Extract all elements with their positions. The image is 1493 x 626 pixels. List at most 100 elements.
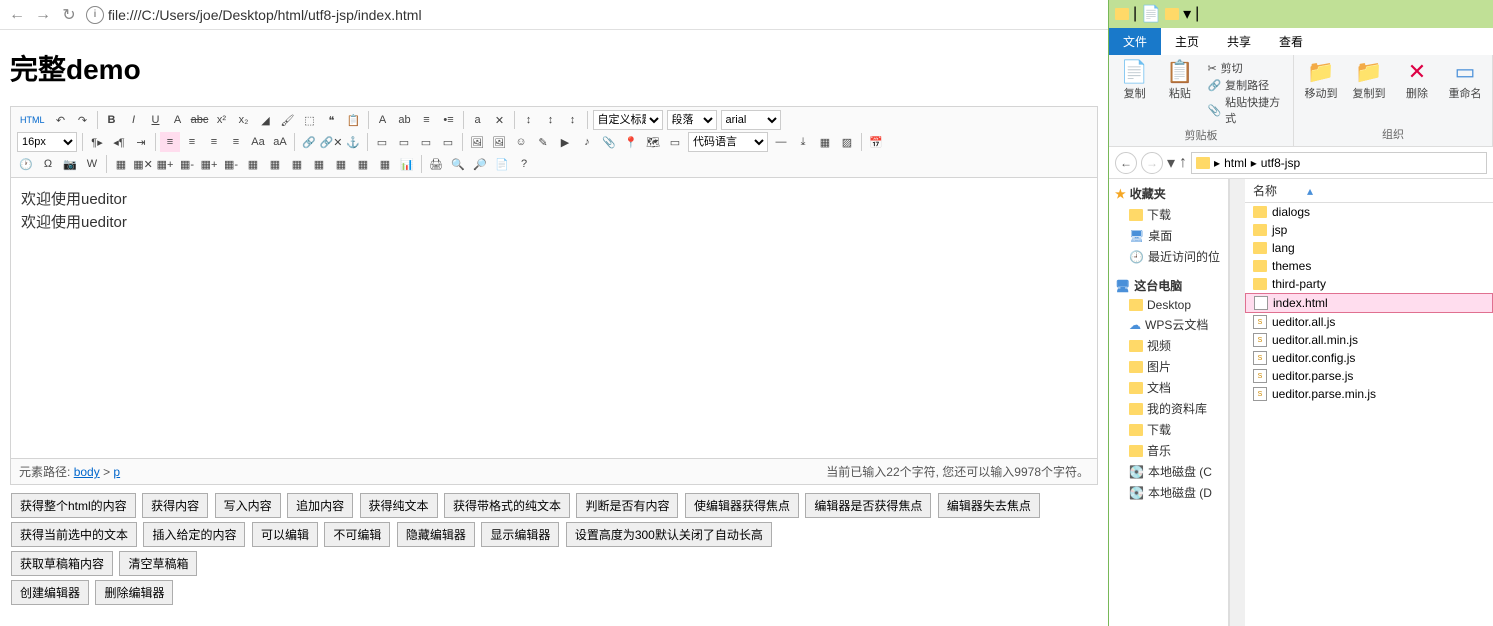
touppercase-icon[interactable]: Aa bbox=[248, 132, 268, 152]
file-item-folder[interactable]: themes bbox=[1245, 257, 1493, 275]
underline-icon[interactable]: U bbox=[146, 110, 166, 130]
map-icon[interactable]: 📍 bbox=[621, 132, 641, 152]
delcol-icon[interactable]: ▦- bbox=[221, 154, 241, 174]
file-item-folder[interactable]: third-party bbox=[1245, 275, 1493, 293]
forward-button[interactable]: → bbox=[1141, 152, 1163, 174]
selectall-icon[interactable]: a bbox=[468, 110, 488, 130]
align-left-icon[interactable]: ≡ bbox=[160, 132, 180, 152]
ltr-icon[interactable]: ¶▸ bbox=[87, 132, 107, 152]
size-select[interactable]: 16px bbox=[17, 132, 77, 152]
btn-hascontent[interactable]: 判断是否有内容 bbox=[576, 493, 678, 518]
btn-getplaintext[interactable]: 获得带格式的纯文本 bbox=[444, 493, 570, 518]
bg-icon[interactable]: ▨ bbox=[837, 132, 857, 152]
tree-wps[interactable]: ☁WPS云文档 bbox=[1109, 314, 1228, 335]
chevron-right-icon[interactable]: ▸ bbox=[1214, 156, 1220, 170]
caption-icon[interactable]: ▦ bbox=[375, 154, 395, 174]
btn-enable[interactable]: 可以编辑 bbox=[252, 522, 318, 547]
btn-insert[interactable]: 插入给定的内容 bbox=[143, 522, 245, 547]
url-text[interactable]: file:///C:/Users/joe/Desktop/html/utf8-j… bbox=[108, 7, 422, 23]
table-icon[interactable]: ▦ bbox=[111, 154, 131, 174]
rtl-icon[interactable]: ◂¶ bbox=[109, 132, 129, 152]
clear-icon[interactable]: ✕ bbox=[490, 110, 510, 130]
imgright-icon[interactable]: ▭ bbox=[394, 132, 414, 152]
pasteplain-icon[interactable]: 📋 bbox=[344, 110, 364, 130]
template-icon[interactable]: ▦ bbox=[815, 132, 835, 152]
tree-diskc[interactable]: 💽本地磁盘 (C bbox=[1109, 461, 1228, 482]
anchor-icon[interactable]: ⚓ bbox=[343, 132, 363, 152]
tolowercase-icon[interactable]: aA bbox=[270, 132, 290, 152]
print-icon[interactable]: 🖨 bbox=[426, 154, 446, 174]
copypath-button[interactable]: 🔗复制路径 bbox=[1207, 77, 1285, 93]
chevron-down-icon[interactable]: ▾ bbox=[1183, 4, 1191, 24]
file-item-folder[interactable]: lang bbox=[1245, 239, 1493, 257]
file-item-folder[interactable]: dialogs bbox=[1245, 203, 1493, 221]
chevron-down-icon[interactable]: ▾ bbox=[1167, 153, 1175, 173]
heading-select[interactable]: 自定义标题 bbox=[593, 110, 663, 130]
breadcrumb[interactable]: ▸ html ▸ utf8-jsp bbox=[1191, 152, 1487, 174]
tab-home[interactable]: 主页 bbox=[1161, 28, 1213, 55]
new-file-icon[interactable]: 📄 bbox=[1141, 4, 1161, 24]
rename-button[interactable]: ▭重命名 bbox=[1446, 59, 1484, 101]
tree-recent[interactable]: 🕘最近访问的位 bbox=[1109, 246, 1228, 267]
align-justify-icon[interactable]: ≡ bbox=[226, 132, 246, 152]
moveto-button[interactable]: 📁移动到 bbox=[1302, 59, 1340, 101]
para-select[interactable]: 段落 bbox=[667, 110, 717, 130]
tab-share[interactable]: 共享 bbox=[1213, 28, 1265, 55]
column-name[interactable]: 名称▴ bbox=[1245, 179, 1493, 203]
music-icon[interactable]: ♪ bbox=[577, 132, 597, 152]
tree-mydata[interactable]: 我的资料库 bbox=[1109, 398, 1228, 419]
editor-content[interactable]: 欢迎使用ueditor 欢迎使用ueditor bbox=[11, 178, 1097, 458]
up-button[interactable]: ↑ bbox=[1179, 154, 1187, 172]
btn-gettext[interactable]: 获得纯文本 bbox=[360, 493, 438, 518]
ul-icon[interactable]: •≡ bbox=[439, 110, 459, 130]
chevron-right-icon[interactable]: ▸ bbox=[1251, 156, 1257, 170]
tab-file[interactable]: 文件 bbox=[1109, 28, 1161, 55]
splitcol-icon[interactable]: ▦ bbox=[353, 154, 373, 174]
superscript-icon[interactable]: x² bbox=[212, 110, 232, 130]
file-item-folder[interactable]: jsp bbox=[1245, 221, 1493, 239]
imgnone-icon[interactable]: ▭ bbox=[438, 132, 458, 152]
search-icon[interactable]: 🔎 bbox=[470, 154, 490, 174]
codelang-select[interactable]: 代码语言 bbox=[688, 132, 768, 152]
help-icon[interactable]: ? bbox=[514, 154, 534, 174]
font-select[interactable]: arial bbox=[721, 110, 781, 130]
drafts-icon[interactable]: 📄 bbox=[492, 154, 512, 174]
info-icon[interactable]: i bbox=[86, 6, 104, 24]
splitrow-icon[interactable]: ▦ bbox=[331, 154, 351, 174]
delete-button[interactable]: ✕删除 bbox=[1398, 59, 1436, 101]
source-button[interactable]: HTML bbox=[16, 110, 49, 130]
strike-icon[interactable]: abc bbox=[190, 110, 210, 130]
insertrow-icon[interactable]: ▦+ bbox=[155, 154, 175, 174]
btn-blur[interactable]: 编辑器失去焦点 bbox=[938, 493, 1040, 518]
format-icon[interactable]: 🖌 bbox=[278, 110, 298, 130]
indent-icon[interactable]: ⇥ bbox=[131, 132, 151, 152]
btn-gethtml[interactable]: 获得整个html的内容 bbox=[11, 493, 136, 518]
time-icon[interactable]: 🕐 bbox=[16, 154, 36, 174]
gmap-icon[interactable]: 🗺 bbox=[643, 132, 663, 152]
attach-icon[interactable]: 📎 bbox=[599, 132, 619, 152]
tree-pictures[interactable]: 图片 bbox=[1109, 356, 1228, 377]
tree-downloads2[interactable]: 下载 bbox=[1109, 419, 1228, 440]
pasteshortcut-button[interactable]: 📎粘贴快捷方式 bbox=[1207, 94, 1285, 126]
btn-destroy[interactable]: 删除编辑器 bbox=[95, 580, 173, 605]
bold-icon[interactable]: B bbox=[102, 110, 122, 130]
lineheight-icon[interactable]: ↕ bbox=[563, 110, 583, 130]
frame-icon[interactable]: ▭ bbox=[665, 132, 685, 152]
eraser-icon[interactable]: ◢ bbox=[256, 110, 276, 130]
tree-desktop[interactable]: 🖥桌面 bbox=[1109, 225, 1228, 246]
btn-show[interactable]: 显示编辑器 bbox=[481, 522, 559, 547]
delrow-icon[interactable]: ▦- bbox=[177, 154, 197, 174]
scrawl-icon[interactable]: ✎ bbox=[533, 132, 553, 152]
back-button[interactable]: ← bbox=[1115, 152, 1137, 174]
hr-icon[interactable]: — bbox=[771, 132, 791, 152]
file-item-js[interactable]: Sueditor.parse.js bbox=[1245, 367, 1493, 385]
backcolor-icon[interactable]: ab bbox=[395, 110, 415, 130]
wordimg-icon[interactable]: W bbox=[82, 154, 102, 174]
imgleft-icon[interactable]: ▭ bbox=[372, 132, 392, 152]
spechar-icon[interactable]: Ω bbox=[38, 154, 58, 174]
folder-open-icon[interactable] bbox=[1165, 8, 1179, 20]
path-body[interactable]: body bbox=[74, 465, 100, 479]
rowspacebottom-icon[interactable]: ↕ bbox=[541, 110, 561, 130]
btn-hide[interactable]: 隐藏编辑器 bbox=[397, 522, 475, 547]
btn-getcontent[interactable]: 获得内容 bbox=[142, 493, 208, 518]
